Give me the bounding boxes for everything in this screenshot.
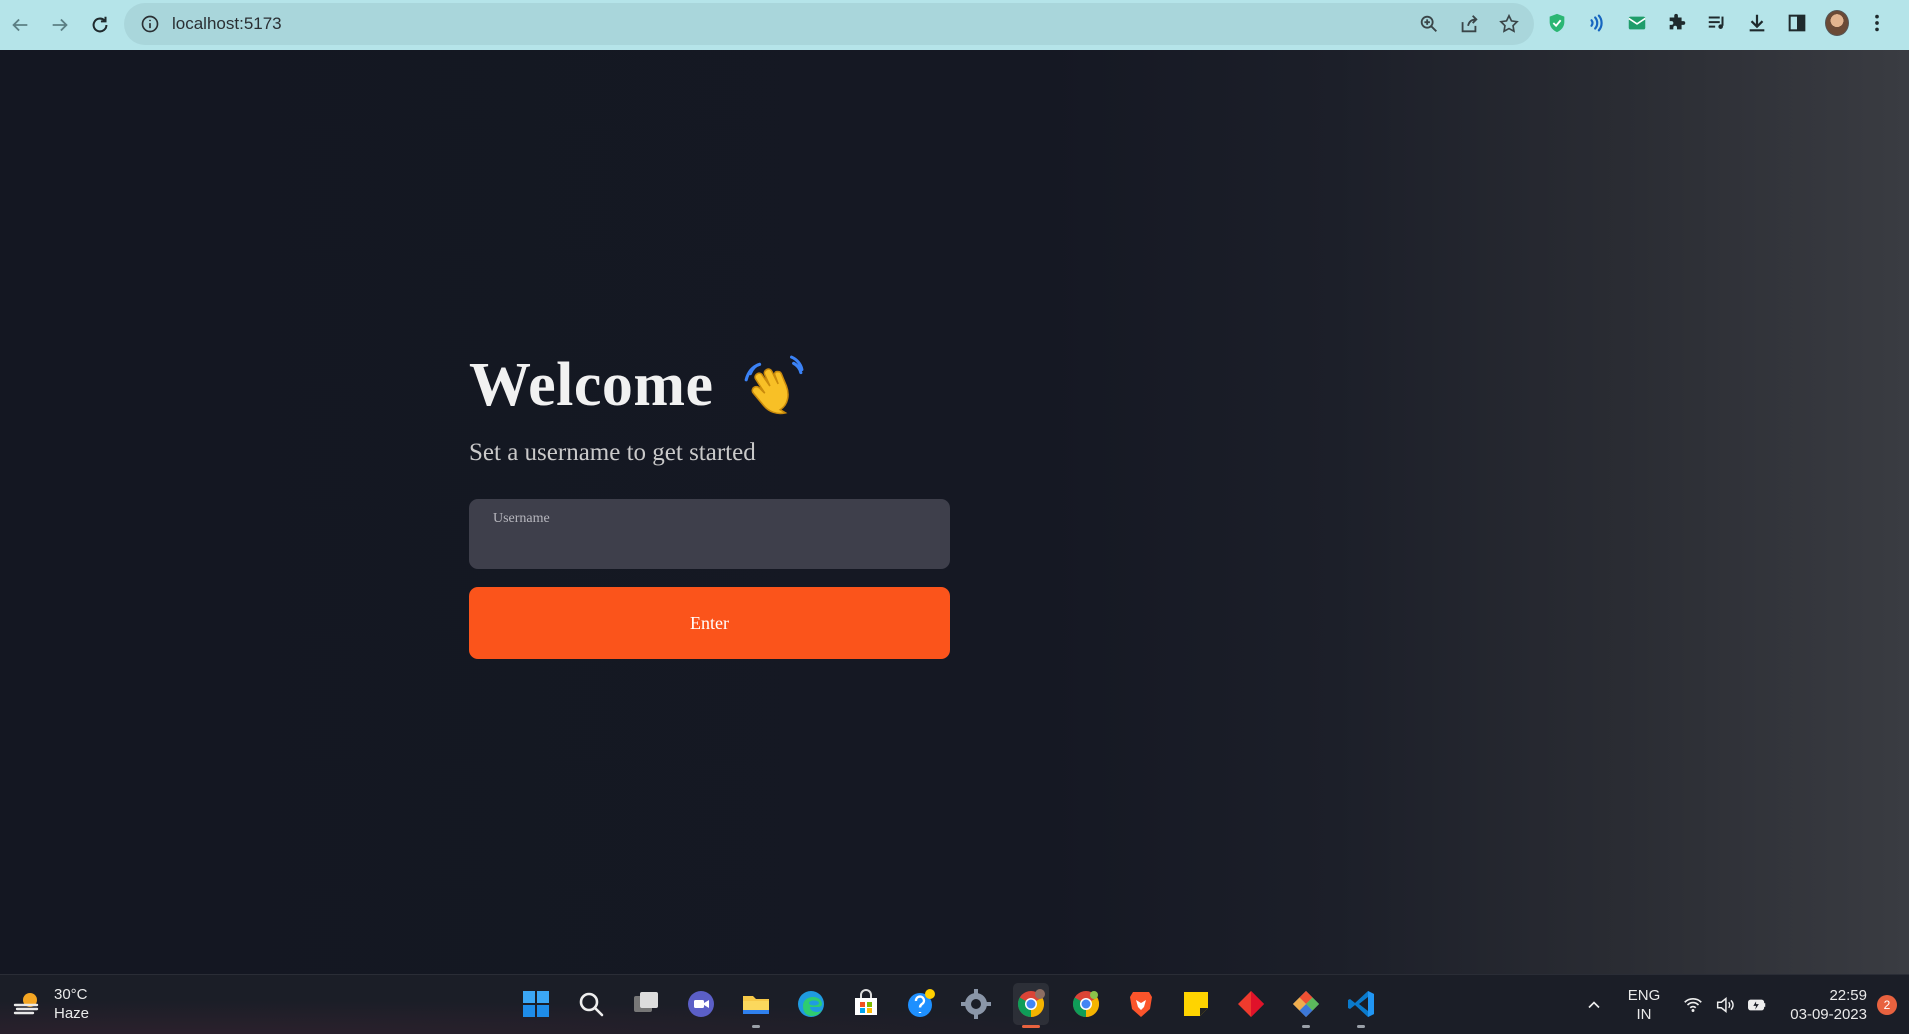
diamond-icon xyxy=(1238,991,1264,1017)
anydesk-button[interactable] xyxy=(1233,983,1269,1025)
edge-button[interactable] xyxy=(793,983,829,1025)
system-tray: ENG IN 22:59 03-09-2023 2 xyxy=(1584,975,1909,1034)
weather-widget[interactable]: 30°C Haze xyxy=(12,985,89,1023)
get-help-button[interactable] xyxy=(903,983,939,1025)
shield-extension[interactable] xyxy=(1545,11,1569,35)
chrome-button[interactable] xyxy=(1068,983,1104,1025)
wifi-icon xyxy=(1684,997,1703,1012)
settings-button[interactable] xyxy=(958,983,994,1025)
vscode-button[interactable] xyxy=(1343,983,1379,1028)
read-aloud-extension[interactable] xyxy=(1585,11,1609,35)
bookmark-star-icon[interactable] xyxy=(1498,13,1520,35)
username-label: Username xyxy=(493,511,550,526)
task-view-icon xyxy=(634,992,658,1012)
forward-arrow-icon xyxy=(52,18,68,32)
avatar xyxy=(1825,10,1849,36)
battery-charging-icon xyxy=(1748,999,1766,1011)
extensions-bar xyxy=(1545,0,1889,46)
sticky-note-icon xyxy=(1184,992,1208,1016)
haze-sun-icon xyxy=(13,993,39,1015)
windows-logo-icon xyxy=(523,991,549,1017)
downloads-button[interactable] xyxy=(1745,11,1769,35)
page-title: Welcome xyxy=(469,351,714,419)
url-text[interactable]: localhost:5173 xyxy=(172,14,282,34)
chevron-up-icon[interactable] xyxy=(1584,995,1604,1015)
windows-taskbar: 30°C Haze ENG IN 22:59 03-09-2023 2 xyxy=(0,974,1909,1034)
teams-chat-button[interactable] xyxy=(683,983,719,1025)
start-button[interactable] xyxy=(518,983,554,1025)
extensions-button[interactable] xyxy=(1665,11,1689,35)
mail-icon xyxy=(1628,16,1646,30)
chat-camera-icon xyxy=(688,991,714,1017)
sound-waves-icon xyxy=(1590,14,1603,32)
enter-button[interactable]: Enter xyxy=(469,587,950,659)
volume-icon xyxy=(1717,997,1735,1013)
pinned-apps xyxy=(518,983,1379,1028)
chrome-icon xyxy=(1072,991,1100,1018)
language-code: ENG xyxy=(1627,987,1661,1004)
browser-menu-button[interactable] xyxy=(1865,11,1889,35)
sticky-notes-button[interactable] xyxy=(1178,983,1214,1025)
clock-date: 03-09-2023 xyxy=(1790,1006,1867,1023)
address-bar[interactable]: localhost:5173 xyxy=(124,3,1534,45)
running-indicator xyxy=(752,1025,760,1028)
task-view-button[interactable] xyxy=(628,983,664,1025)
running-indicator xyxy=(1302,1025,1310,1028)
reading-list-button[interactable] xyxy=(1705,11,1729,35)
brave-lion-icon xyxy=(1130,992,1152,1017)
site-info-icon[interactable] xyxy=(140,14,160,34)
puzzle-icon xyxy=(1669,13,1686,30)
title-row: Welcome xyxy=(469,350,950,421)
git-diamond-icon xyxy=(1293,991,1319,1017)
mail-extension[interactable] xyxy=(1625,11,1649,35)
notification-badge[interactable]: 2 xyxy=(1877,995,1897,1015)
quick-settings[interactable] xyxy=(1682,994,1768,1016)
waving-hand-icon xyxy=(744,355,803,414)
share-icon[interactable] xyxy=(1458,13,1480,35)
git-client-button[interactable] xyxy=(1288,983,1324,1028)
chrome-icon xyxy=(1017,989,1045,1018)
file-explorer-button[interactable] xyxy=(738,983,774,1028)
active-indicator xyxy=(1022,1025,1040,1028)
back-arrow-icon xyxy=(12,18,28,32)
download-icon xyxy=(1749,14,1765,32)
vscode-icon xyxy=(1348,991,1374,1017)
ms-store-button[interactable] xyxy=(848,983,884,1025)
page-content: Welcome Set a username to get started Us… xyxy=(0,50,1909,974)
forward-button[interactable] xyxy=(40,5,80,45)
page-subtitle: Set a username to get started xyxy=(469,439,756,466)
help-question-icon xyxy=(908,989,935,1017)
store-bag-icon xyxy=(855,989,877,1015)
clock-time: 22:59 xyxy=(1829,987,1867,1004)
username-field[interactable]: Username xyxy=(469,499,950,569)
welcome-form: Welcome Set a username to get started Us… xyxy=(469,350,950,659)
profile-button[interactable] xyxy=(1825,10,1849,36)
chrome-dev-button[interactable] xyxy=(1013,983,1049,1028)
reload-icon xyxy=(92,16,108,33)
weather-temperature: 30°C xyxy=(54,986,88,1003)
zoom-icon[interactable] xyxy=(1418,13,1440,35)
more-vertical-icon xyxy=(1875,14,1879,32)
brave-button[interactable] xyxy=(1123,983,1159,1025)
back-button[interactable] xyxy=(0,5,40,45)
username-input[interactable] xyxy=(493,533,923,559)
language-indicator[interactable]: ENG IN xyxy=(1628,986,1661,1024)
playlist-icon xyxy=(1708,16,1724,29)
edge-browser-icon xyxy=(798,991,824,1017)
weather-description: Haze xyxy=(54,1005,90,1022)
browser-toolbar: localhost:5173 xyxy=(0,0,1909,50)
region-code: IN xyxy=(1636,1006,1652,1023)
side-panel-icon xyxy=(1788,14,1806,32)
clock[interactable]: 22:59 03-09-2023 xyxy=(1790,986,1867,1024)
shield-check-icon xyxy=(1549,13,1565,33)
reload-button[interactable] xyxy=(80,5,120,45)
search-button[interactable] xyxy=(573,983,609,1025)
search-icon xyxy=(579,992,604,1017)
side-panel-button[interactable] xyxy=(1785,11,1809,35)
running-indicator xyxy=(1357,1025,1365,1028)
gear-icon xyxy=(961,989,991,1019)
folder-icon xyxy=(743,996,769,1014)
